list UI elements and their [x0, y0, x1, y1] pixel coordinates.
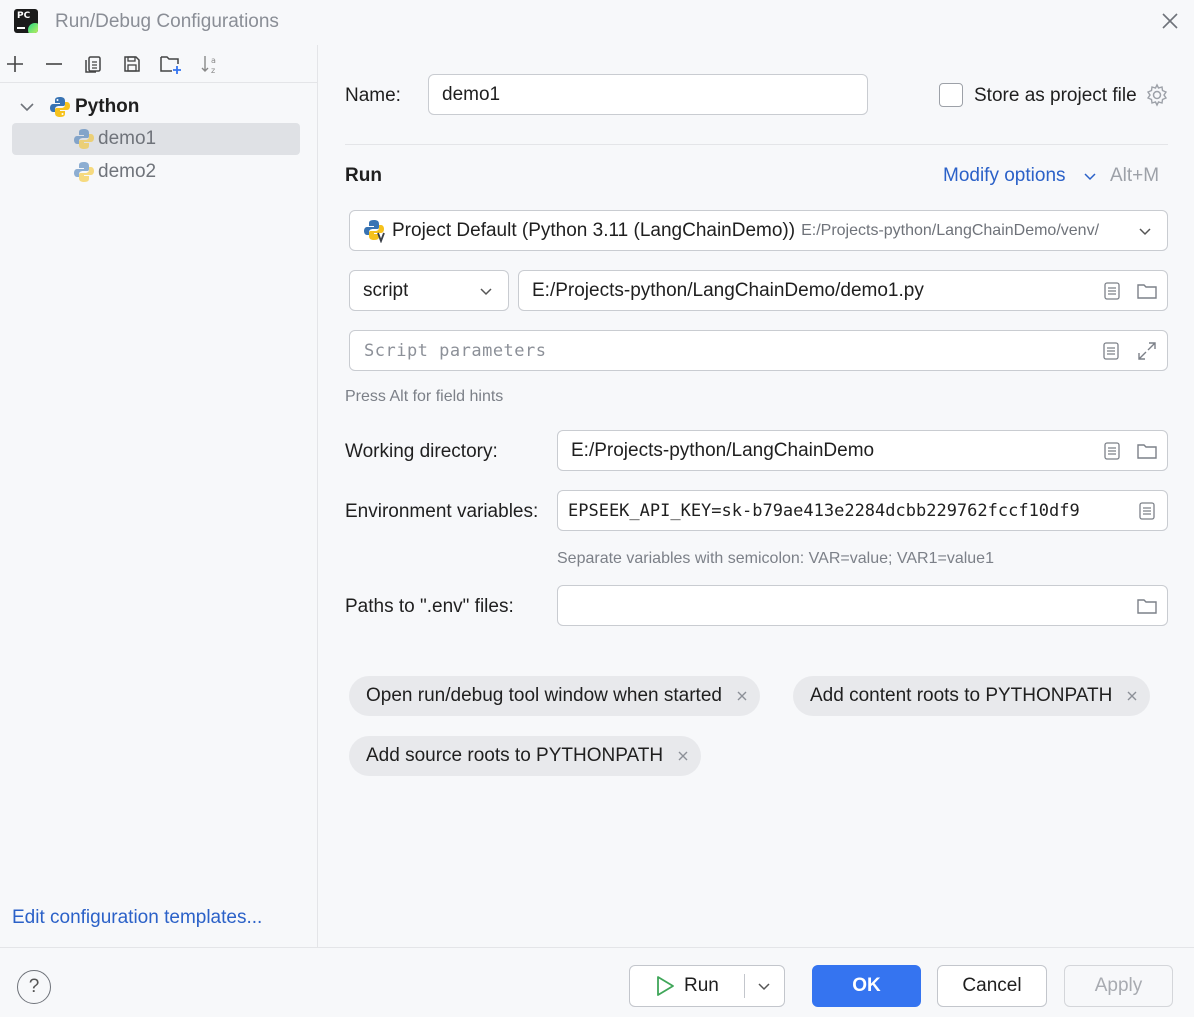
remove-icon[interactable] [42, 52, 66, 76]
tree-item-label: demo1 [98, 128, 157, 149]
script-path-input[interactable]: E:/Projects-python/LangChainDemo/demo1.p… [518, 270, 1168, 311]
svg-text:z: z [211, 66, 215, 75]
chevron-down-icon[interactable] [1135, 221, 1155, 241]
divider [345, 144, 1168, 145]
tree-item-demo1[interactable]: demo1 [12, 123, 300, 155]
expand-text-icon[interactable] [1101, 280, 1123, 302]
modify-options-shortcut: Alt+M [1110, 165, 1160, 186]
option-chip-source-roots[interactable]: Add source roots to PYTHONPATH [349, 736, 702, 776]
tree-group-python[interactable]: Python [12, 91, 300, 123]
remove-chip-icon[interactable] [675, 748, 691, 764]
modify-options-link[interactable]: Modify options [943, 165, 1066, 187]
split-divider [744, 974, 745, 998]
tree-item-demo2[interactable]: demo2 [12, 156, 300, 188]
run-button[interactable]: Run [629, 965, 785, 1007]
interpreter-name: Project Default (Python 3.11 (LangChainD… [392, 219, 796, 241]
svg-text:a: a [211, 56, 216, 65]
interpreter-path: E:/Projects-python/LangChainDemo/venv/ [801, 221, 1100, 239]
python-file-icon [73, 128, 95, 150]
python-icon [49, 96, 71, 118]
name-input[interactable]: demo1 [428, 74, 868, 115]
env-files-label: Paths to ".env" files: [345, 596, 514, 617]
environment-variables-label: Environment variables: [345, 501, 539, 522]
expand-text-icon[interactable] [1136, 500, 1158, 522]
field-hints-text: Press Alt for field hints [345, 388, 504, 405]
script-parameters-input[interactable]: Script parameters [349, 330, 1168, 371]
script-type-select[interactable]: script [349, 270, 509, 311]
store-as-project-file-checkbox[interactable] [939, 83, 963, 107]
folder-icon[interactable] [1136, 280, 1158, 302]
python-file-icon [73, 161, 95, 183]
sort-alphabetically-icon[interactable]: az [198, 52, 222, 76]
env-files-input[interactable] [557, 585, 1168, 626]
save-icon[interactable] [120, 52, 144, 76]
python-interpreter-icon [364, 219, 388, 244]
name-label: Name: [345, 85, 401, 106]
add-icon[interactable] [3, 52, 27, 76]
environment-variables-hint: Separate variables with semicolon: VAR=v… [557, 550, 994, 567]
folder-icon[interactable] [1136, 595, 1158, 617]
run-icon [654, 975, 676, 997]
help-icon: ? [28, 976, 40, 997]
working-directory-label: Working directory: [345, 441, 498, 462]
close-icon[interactable] [1158, 9, 1182, 33]
copy-icon[interactable] [81, 52, 105, 76]
folder-icon[interactable] [1136, 440, 1158, 462]
window-title: Run/Debug Configurations [55, 11, 279, 32]
working-directory-input[interactable]: E:/Projects-python/LangChainDemo [557, 430, 1168, 471]
pycharm-app-icon: PC [14, 9, 38, 33]
expand-text-icon[interactable] [1100, 340, 1122, 362]
cancel-button[interactable]: Cancel [937, 965, 1047, 1007]
option-chip-open-tool-window[interactable]: Open run/debug tool window when started [349, 676, 760, 716]
chevron-down-icon[interactable] [476, 281, 496, 301]
store-as-project-file-label: Store as project file [974, 85, 1137, 106]
sidebar-toolbar: az [0, 45, 317, 83]
new-folder-icon[interactable] [159, 52, 183, 76]
run-section-title: Run [345, 165, 382, 186]
help-button[interactable]: ? [17, 970, 51, 1004]
dialog-footer: ? Run OK Cancel Apply [0, 947, 1194, 1017]
interpreter-select[interactable]: Project Default (Python 3.11 (LangChainD… [349, 210, 1168, 251]
remove-chip-icon[interactable] [1124, 688, 1140, 704]
apply-button[interactable]: Apply [1064, 965, 1173, 1007]
chevron-down-icon[interactable] [754, 976, 774, 996]
remove-chip-icon[interactable] [734, 688, 750, 704]
chevron-down-icon[interactable] [1081, 167, 1099, 185]
gear-icon[interactable] [1145, 83, 1169, 107]
ok-button[interactable]: OK [812, 965, 921, 1007]
environment-variables-input[interactable]: EPSEEK_API_KEY=sk-b79ae413e2284dcbb22976… [557, 490, 1168, 531]
chevron-down-icon[interactable] [15, 95, 39, 119]
title-bar: PC Run/Debug Configurations [0, 0, 1194, 45]
edit-configuration-templates-link[interactable]: Edit configuration templates... [12, 907, 262, 929]
maximize-icon[interactable] [1136, 340, 1158, 362]
expand-text-icon[interactable] [1101, 440, 1123, 462]
option-chip-content-roots[interactable]: Add content roots to PYTHONPATH [793, 676, 1151, 716]
configurations-sidebar: az Python demo1 demo2 Edit configuration… [0, 45, 318, 947]
tree-item-label: demo2 [98, 161, 157, 182]
tree-group-label: Python [75, 96, 140, 117]
configuration-form: Name: demo1 Store as project file Run Mo… [319, 45, 1194, 947]
